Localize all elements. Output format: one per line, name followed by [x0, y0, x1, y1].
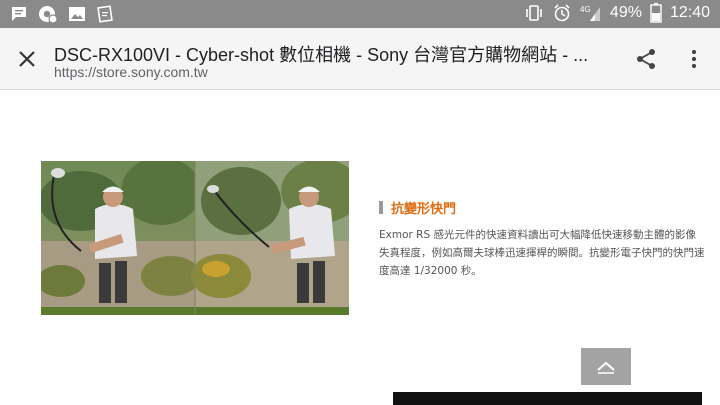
network-type: 4G [580, 5, 591, 14]
battery-percent: 49% [609, 4, 642, 21]
browser-toolbar: DSC-RX100VI - Cyber-shot 數位相機 - Sony 台灣官… [0, 28, 720, 90]
golf-swing-image [41, 161, 349, 315]
video-thumbnail[interactable] [393, 392, 702, 405]
feature-description: Exmor RS 感光元件的快速資料讀出可大幅降低快速移動主體的影像失真程度，例… [379, 229, 705, 277]
close-icon [14, 46, 40, 72]
notification-icons [10, 4, 114, 24]
image-icon [68, 5, 86, 23]
vibrate-icon [524, 3, 544, 23]
status-bar: 4G 49% 12:40 [0, 0, 720, 28]
chrome-notification-icon [38, 4, 58, 24]
alarm-icon [552, 3, 572, 23]
back-to-top-button[interactable] [581, 348, 631, 385]
share-icon [634, 47, 658, 71]
chevron-up-icon [595, 358, 617, 376]
more-vert-icon [682, 47, 706, 71]
feature-heading: 抗變形快門 [379, 199, 457, 217]
share-button[interactable] [634, 47, 658, 71]
message-icon [10, 5, 28, 23]
feature-title: 抗變形快門 [391, 201, 457, 217]
more-options-button[interactable] [682, 47, 706, 71]
clipboard-icon [96, 5, 114, 23]
system-icons: 4G 49% 12:40 [524, 3, 710, 23]
clock: 12:40 [669, 4, 710, 21]
signal-icon: 4G [580, 3, 602, 23]
web-page-content[interactable]: 抗變形快門 Exmor RS 感光元件的快速資料讀出可大幅降低快速移動主體的影像… [0, 91, 720, 405]
close-tab-button[interactable] [14, 46, 40, 72]
battery-icon [650, 3, 662, 23]
page-url[interactable]: https://store.sony.com.tw [54, 64, 208, 80]
heading-marker [379, 200, 383, 214]
